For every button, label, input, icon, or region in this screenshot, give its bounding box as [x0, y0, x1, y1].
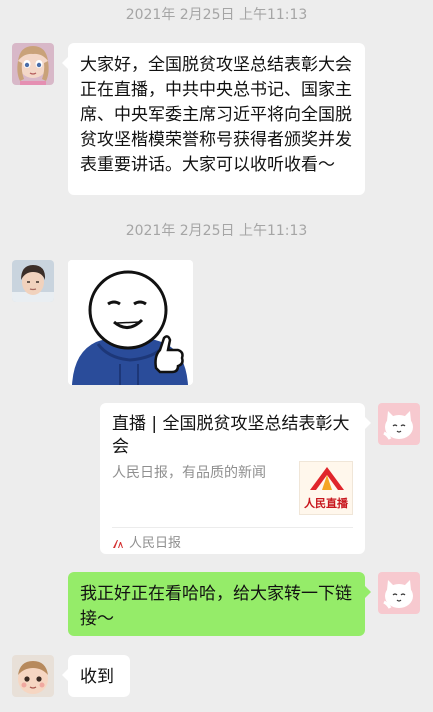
message-text: 大家好，全国脱贫攻坚总结表彰大会正在直播，中共中央总书记、国家主席、中央军委主席…: [80, 55, 352, 175]
message-bubble-announcement[interactable]: 大家好，全国脱贫攻坚总结表彰大会正在直播，中共中央总书记、国家主席、中央军委主席…: [62, 43, 365, 195]
source-name: 人民日报: [129, 536, 182, 551]
link-title: 直播 | 全国脱贫攻坚总结表彰大会: [112, 414, 350, 457]
young-man-avatar-icon: [12, 260, 54, 302]
thumbs-up-cartoon-sticker-icon: [68, 260, 193, 385]
shared-link-card[interactable]: 直播 | 全国脱贫攻坚总结表彰大会 人民日报，有品质的新闻 人民直播 人民日报: [100, 403, 371, 554]
link-thumbnail: 人民直播: [299, 461, 353, 515]
message-text: 我正好正在看哈哈，给大家转一下链接～: [80, 584, 352, 629]
message-text: 收到: [80, 667, 114, 687]
self-avatar[interactable]: [378, 572, 420, 614]
renmin-live-logo-icon: [310, 467, 344, 490]
sender-avatar-young-man[interactable]: [12, 260, 54, 302]
message-bubble-ack[interactable]: 收到: [62, 655, 130, 697]
people-daily-logo-icon: [113, 540, 123, 548]
message-bubble-reply[interactable]: 我正好正在看哈哈，给大家转一下链接～: [68, 572, 371, 636]
sender-avatar-anime-girl[interactable]: [12, 43, 54, 85]
cartoon-cat-avatar-icon: [378, 572, 420, 614]
sticker-message[interactable]: [68, 260, 193, 385]
cartoon-cat-avatar-icon: [378, 403, 420, 445]
anime-girl-avatar-icon: [12, 43, 54, 85]
baby-avatar-icon: [12, 655, 54, 697]
sender-avatar-baby[interactable]: [12, 655, 54, 697]
message-timestamp: 2021年 2月25日 上午11:13: [125, 223, 308, 239]
self-avatar[interactable]: [378, 403, 420, 445]
message-timestamp: 2021年 2月25日 上午11:13: [125, 7, 308, 23]
link-description: 人民日报，有品质的新闻: [112, 465, 266, 481]
link-divider: [112, 527, 353, 528]
link-source: 人民日报: [112, 534, 181, 554]
chat-screen: { "chat": { "timestamp_1": "2021年 2月25日 …: [0, 0, 433, 712]
thumbnail-caption: 人民直播: [304, 497, 348, 510]
